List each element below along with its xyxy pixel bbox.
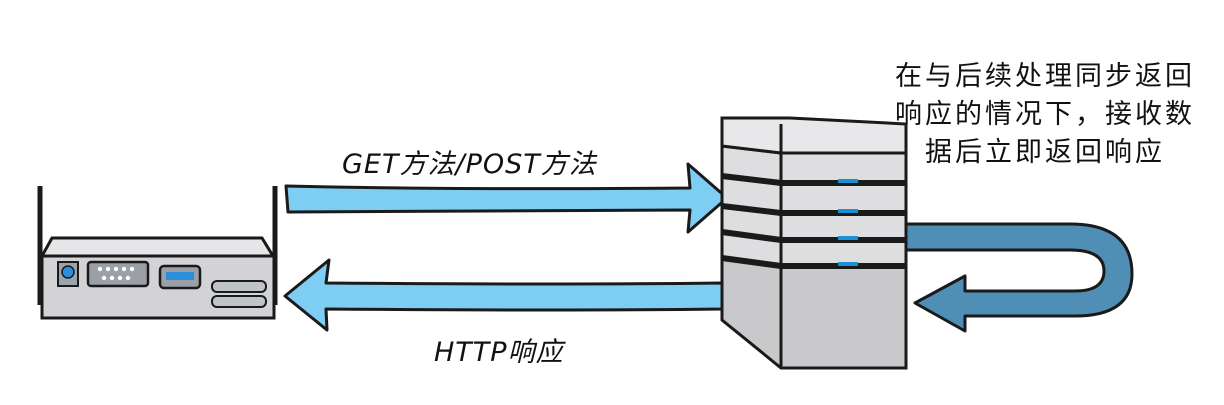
server-note: 在与后续处理同步返回 响应的情况下，接收数 据后立即返回响应 (875, 58, 1215, 172)
note-line-2: 响应的情况下，接收数 (895, 99, 1195, 130)
http-async-diagram: GET方法/POST方法 HTTP响应 在与后续处理同步返回 响应的情况下，接收… (0, 0, 1224, 401)
response-label: HTTP响应 (434, 337, 564, 368)
server-led-icon (838, 179, 858, 183)
server-led-icon (838, 236, 858, 240)
note-line-1: 在与后续处理同步返回 (895, 61, 1195, 92)
server-led-icon (838, 209, 858, 213)
request-label: GET方法/POST方法 (342, 149, 597, 180)
power-led-icon (61, 265, 75, 279)
note-line-3: 据后立即返回响应 (925, 137, 1165, 168)
router-device-icon (37, 186, 278, 320)
serial-port-icon (86, 260, 150, 288)
response-arrow (283, 258, 725, 332)
loopback-arrow (903, 222, 1134, 333)
server-led-icon (838, 262, 858, 266)
